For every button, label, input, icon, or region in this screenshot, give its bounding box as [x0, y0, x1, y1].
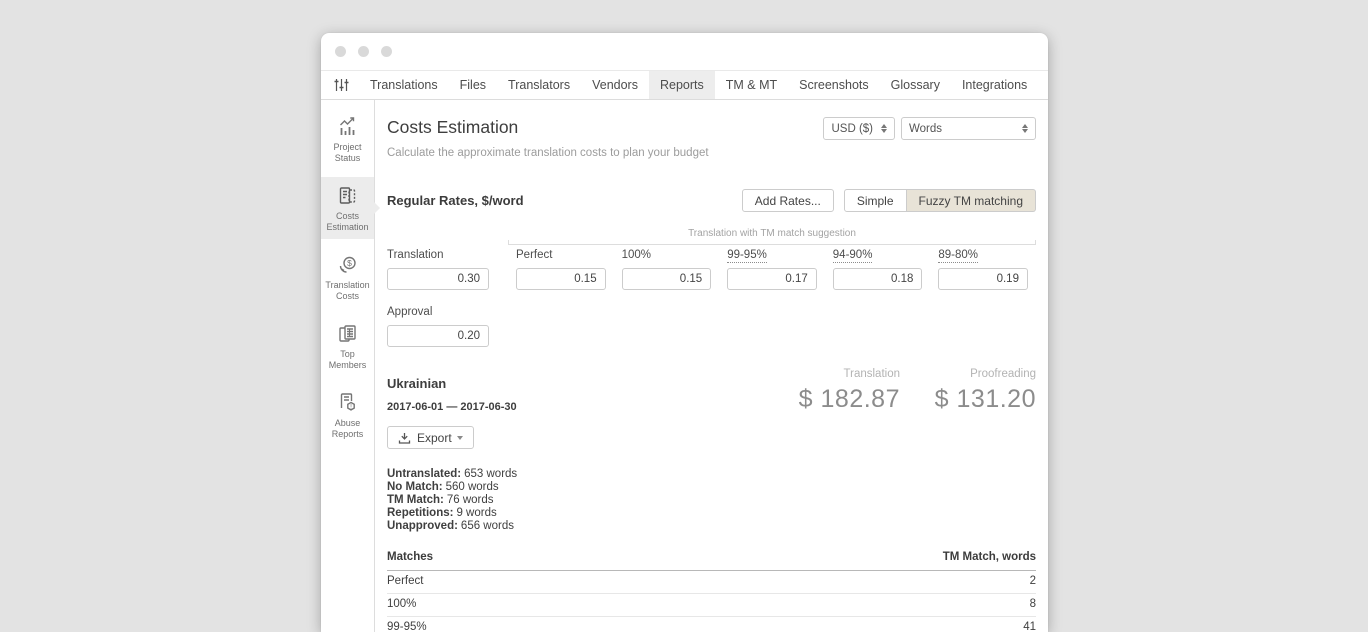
sidebar-item-label: Costs Estimation: [322, 211, 373, 233]
sidebar-item-label: Translation Costs: [322, 280, 373, 302]
tm-group-caption: Translation with TM match suggestion: [508, 228, 1036, 239]
94-90-rate-input[interactable]: [833, 268, 923, 290]
100-rate-input[interactable]: [622, 268, 712, 290]
stat-unapproved: Unapproved:656 words: [387, 520, 1036, 533]
tm-group-bracket: [508, 240, 1036, 245]
table-row-perfect: Perfect2: [387, 571, 1036, 594]
sidebar-item-translation-costs[interactable]: $ Translation Costs: [321, 246, 374, 308]
translation-costs-money-icon: $: [335, 253, 360, 277]
abuse-reports-warning-icon: !: [335, 391, 360, 415]
svg-text:$: $: [347, 258, 352, 268]
nav-item-translators[interactable]: Translators: [497, 71, 581, 99]
translation-rate-label: Translation: [387, 249, 489, 261]
nav-item-screenshots[interactable]: Screenshots: [788, 71, 879, 99]
costs-estimation-invoice-icon: [335, 184, 360, 208]
app-window: Translations Files Translators Vendors R…: [321, 33, 1048, 632]
nav-item-files[interactable]: Files: [449, 71, 497, 99]
top-nav: Translations Files Translators Vendors R…: [321, 70, 1048, 100]
reports-sidebar: Project Status Costs Estimation $: [321, 100, 375, 632]
window-control-dot[interactable]: [335, 46, 346, 57]
project-status-chart-icon: [335, 115, 360, 139]
nav-item-api[interactable]: API: [1038, 71, 1048, 99]
89-80-rate-label: 89-80%: [938, 249, 1028, 261]
active-item-notch: [374, 202, 380, 214]
perfect-rate-input[interactable]: [516, 268, 606, 290]
export-button-label: Export: [417, 431, 452, 445]
approval-rate-input[interactable]: [387, 325, 489, 347]
top-members-list-icon: [335, 322, 360, 346]
stat-repetitions: Repetitions:9 words: [387, 507, 1036, 520]
nav-item-reports[interactable]: Reports: [649, 71, 715, 99]
table-row-99-95: 99-95%41: [387, 617, 1036, 632]
sidebar-item-label: Abuse Reports: [322, 418, 373, 440]
sidebar-item-costs-estimation[interactable]: Costs Estimation: [321, 177, 374, 239]
sidebar-item-project-status[interactable]: Project Status: [321, 108, 374, 170]
99-95-rate-input[interactable]: [727, 268, 817, 290]
approval-rate-label: Approval: [387, 306, 489, 318]
translation-rate-input[interactable]: [387, 268, 489, 290]
99-95-rate-label: 99-95%: [727, 249, 817, 261]
translation-total-amount: $ 182.87: [792, 385, 900, 414]
simple-mode-button[interactable]: Simple: [844, 189, 907, 212]
word-stats: Untranslated:653 words No Match:560 word…: [387, 468, 1036, 533]
sidebar-item-label: Top Members: [322, 349, 373, 371]
89-80-rate-input[interactable]: [938, 268, 1028, 290]
nav-item-translations[interactable]: Translations: [359, 71, 449, 99]
caret-down-icon: [457, 436, 463, 440]
currency-select-value: USD ($): [831, 123, 873, 135]
nav-item-tm-mt[interactable]: TM & MT: [715, 71, 788, 99]
report-content: Costs Estimation Calculate the approxima…: [375, 100, 1048, 632]
select-updown-icon: [881, 124, 887, 133]
svg-text:!: !: [350, 403, 352, 410]
translation-total-label: Translation: [792, 368, 900, 380]
unit-select-value: Words: [909, 123, 942, 135]
rates-mode-toggle: Simple Fuzzy TM matching: [844, 189, 1036, 212]
proofreading-total-amount: $ 131.20: [928, 385, 1036, 414]
stat-no-match: No Match:560 words: [387, 481, 1036, 494]
matches-col-header: Matches: [387, 551, 433, 563]
page-subtitle: Calculate the approximate translation co…: [387, 147, 709, 159]
filter-sliders-icon[interactable]: [321, 71, 359, 99]
page-title: Costs Estimation: [387, 117, 709, 138]
export-button[interactable]: Export: [387, 426, 474, 449]
download-icon: [398, 432, 411, 444]
rates-heading: Regular Rates, $/word: [387, 193, 524, 208]
tm-match-rates-group: Translation with TM match suggestion Per…: [508, 228, 1036, 347]
nav-item-glossary[interactable]: Glossary: [880, 71, 951, 99]
94-90-rate-label: 94-90%: [833, 249, 923, 261]
currency-select[interactable]: USD ($): [823, 117, 895, 140]
date-range: 2017-06-01 — 2017-06-30: [387, 401, 517, 413]
nav-item-vendors[interactable]: Vendors: [581, 71, 649, 99]
stat-tm-match: TM Match:76 words: [387, 494, 1036, 507]
nav-item-integrations[interactable]: Integrations: [951, 71, 1038, 99]
fuzzy-tm-matching-button[interactable]: Fuzzy TM matching: [907, 189, 1036, 212]
table-row-100: 100%8: [387, 594, 1036, 617]
window-control-dot[interactable]: [358, 46, 369, 57]
language-name: Ukrainian: [387, 376, 517, 391]
sidebar-item-abuse-reports[interactable]: ! Abuse Reports: [321, 384, 374, 446]
matches-table: Matches TM Match, words Perfect2 100%8 9…: [387, 546, 1036, 632]
translation-total: Translation $ 182.87: [792, 368, 900, 449]
100-rate-label: 100%: [622, 249, 712, 261]
perfect-rate-label: Perfect: [516, 249, 606, 261]
sidebar-item-label: Project Status: [322, 142, 373, 164]
stat-untranslated: Untranslated:653 words: [387, 468, 1036, 481]
window-titlebar: [321, 33, 1048, 70]
add-rates-button[interactable]: Add Rates...: [742, 189, 834, 212]
unit-select[interactable]: Words: [901, 117, 1036, 140]
94-90-rate-hint[interactable]: 94-90%: [833, 249, 873, 263]
select-updown-icon: [1022, 124, 1028, 133]
89-80-rate-hint[interactable]: 89-80%: [938, 249, 978, 263]
sidebar-item-top-members[interactable]: Top Members: [321, 315, 374, 377]
matches-table-header: Matches TM Match, words: [387, 546, 1036, 571]
tm-match-words-col-header: TM Match, words: [943, 551, 1036, 563]
99-95-rate-hint[interactable]: 99-95%: [727, 249, 767, 263]
window-control-dot[interactable]: [381, 46, 392, 57]
proofreading-total-label: Proofreading: [928, 368, 1036, 380]
proofreading-total: Proofreading $ 131.20: [928, 368, 1036, 449]
